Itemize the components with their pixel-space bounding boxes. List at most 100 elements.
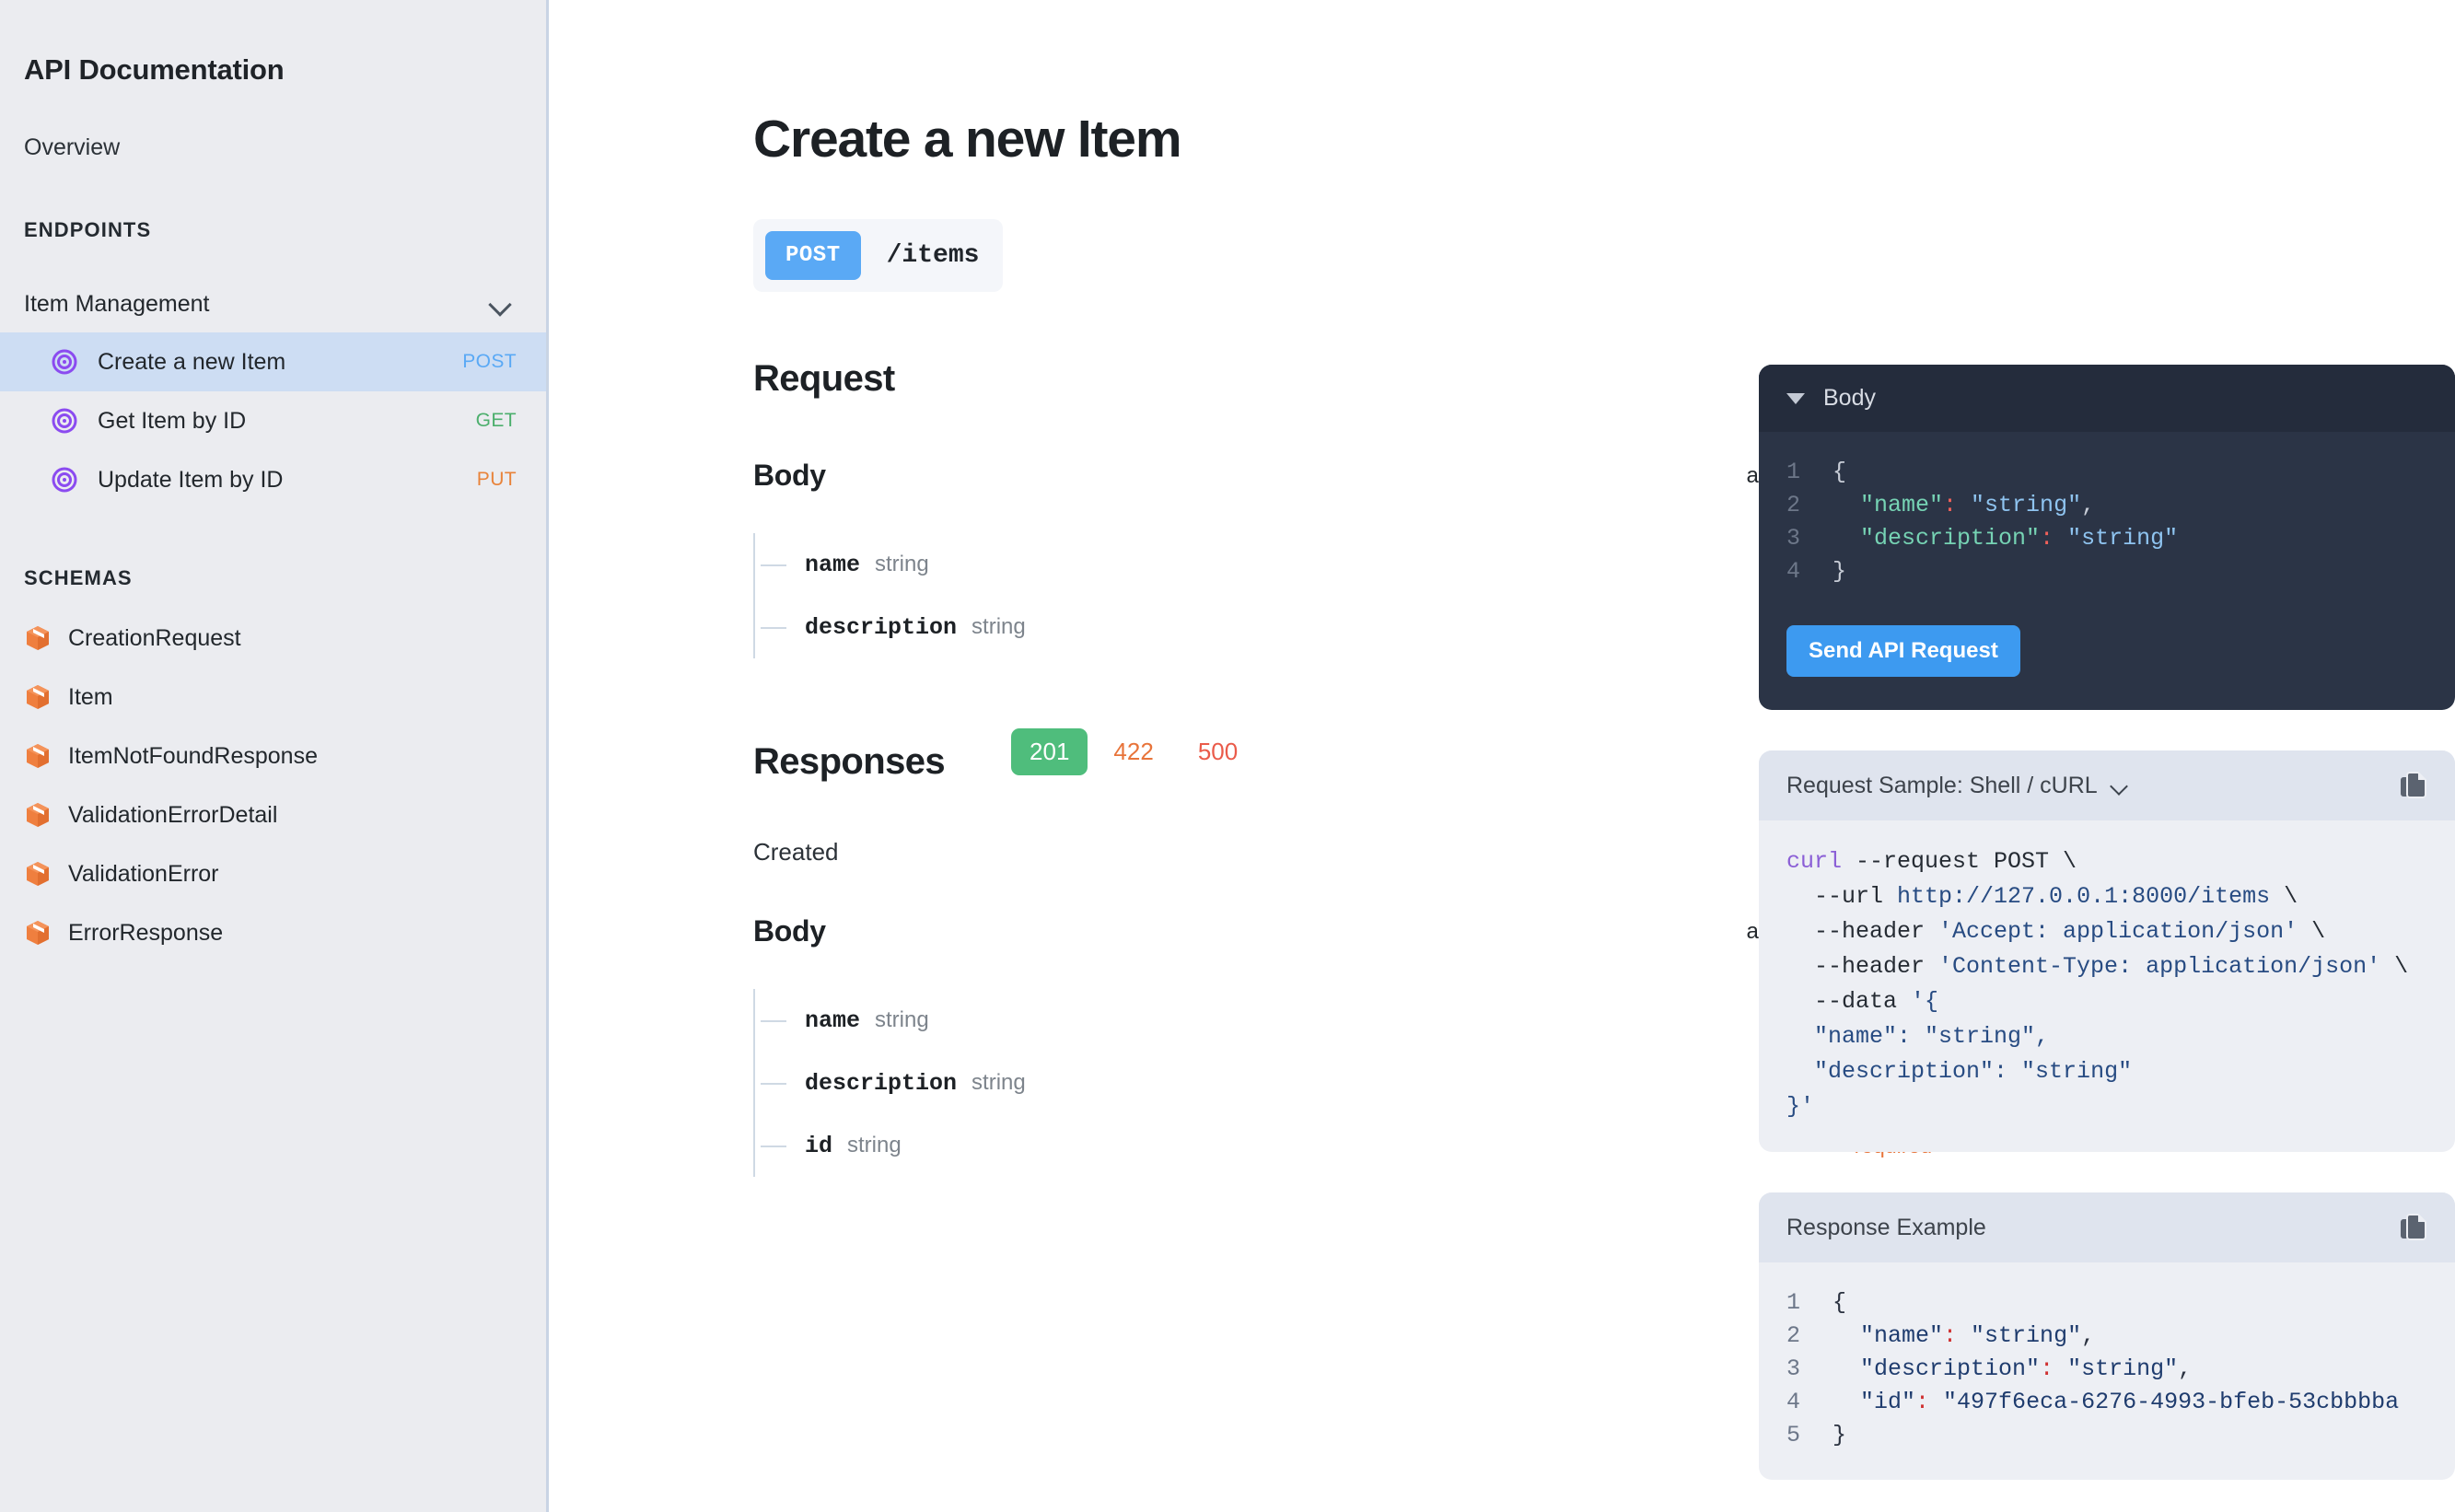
status-code-tab[interactable]: 201	[1011, 728, 1088, 775]
response-example-panel: Response Example 1{2 "name": "string", 3 …	[1759, 1192, 2455, 1480]
code-line: 3 "description": "string",	[1786, 1353, 2455, 1386]
endpoint-path: /items	[886, 241, 980, 270]
request-sample-language-select[interactable]: Request Sample: Shell / cURL	[1786, 773, 2129, 799]
shell-text: \	[2270, 883, 2298, 910]
field-type: string	[875, 1006, 929, 1032]
app-title: API Documentation	[24, 53, 285, 86]
response-example-header: Response Example	[1759, 1192, 2455, 1262]
code-line: 2 "name": "string",	[1786, 489, 2427, 522]
json-value: "string"	[1957, 1322, 2082, 1349]
sidebar-item-overview[interactable]: Overview	[0, 87, 546, 161]
endpoint-list: Create a new Item POST Get Item by ID GET Up…	[0, 332, 546, 509]
curl-sample-code: curl --request POST \ --url http://127.0…	[1759, 820, 2455, 1152]
method-badge: POST	[765, 231, 861, 280]
json-key: "name"	[1860, 1322, 1944, 1349]
sidebar-schema-item[interactable]: CreationRequest	[0, 609, 546, 668]
page-title: Create a new Item	[753, 110, 1181, 169]
code-line: "description": "string"	[1786, 1054, 2455, 1089]
json-colon: :	[1943, 492, 1958, 518]
request-field-tree: namestringrequireddescriptionstringrequi…	[753, 533, 1932, 658]
endpoint-method-label: PUT	[476, 469, 517, 490]
field-name: description	[805, 1069, 958, 1097]
json-key: "name"	[1860, 492, 1944, 518]
response-example-title-wrap: Response Example	[1786, 1215, 1986, 1241]
schema-field-row: descriptionstringrequired	[761, 596, 1932, 658]
shell-string: }'	[1786, 1093, 1815, 1120]
json-colon: :	[2040, 1355, 2054, 1382]
sidebar-schema-item[interactable]: ValidationError	[0, 844, 546, 903]
box-icon	[24, 742, 52, 770]
json-value: "string"	[2054, 1355, 2179, 1382]
response-body-heading: Body	[753, 914, 826, 948]
endpoints-section-label: ENDPOINTS	[24, 218, 152, 241]
json-value: "string"	[2054, 525, 2179, 552]
field-type: string	[972, 613, 1026, 639]
sidebar-endpoint-item[interactable]: Get Item by ID GET	[0, 391, 546, 450]
line-number: 1	[1786, 459, 1801, 485]
response-example-code: 1{2 "name": "string", 3 "description": "s…	[1759, 1262, 2455, 1480]
field-name-type-wrap: name string	[805, 552, 929, 578]
sidebar-schema-item[interactable]: ValidationErrorDetail	[0, 785, 546, 844]
sidebar-schema-item[interactable]: Item	[0, 668, 546, 727]
shell-command: curl	[1786, 848, 1843, 875]
field-name: name	[805, 551, 861, 578]
code-line: --header 'Accept: application/json' \	[1786, 914, 2455, 949]
api-docs-page: API Documentation Overview ENDPOINTS Ite…	[0, 0, 2455, 1512]
code-line: 5}	[1786, 1419, 2455, 1452]
schema-label: ItemNotFoundResponse	[68, 742, 318, 769]
status-code-tab[interactable]: 500	[1180, 728, 1256, 775]
code-punct: }	[1833, 1422, 1847, 1448]
code-line: --header 'Content-Type: application/json…	[1786, 949, 2455, 984]
body-json-editor[interactable]: 1 {2 "name": "string", 3 "description": "s…	[1759, 432, 2455, 598]
endpoint-label: Update Item by ID	[98, 466, 284, 493]
shell-string: 'Accept: application/json'	[1938, 918, 2298, 945]
sidebar-endpoint-item[interactable]: Create a new Item POST	[0, 332, 546, 391]
sidebar-schema-item[interactable]: ItemNotFoundResponse	[0, 727, 546, 785]
code-line: 3 "description": "string"	[1786, 522, 2427, 555]
box-icon	[24, 919, 52, 947]
sidebar-schema-item[interactable]: ErrorResponse	[0, 903, 546, 962]
schema-field-row: namestringrequired	[761, 989, 1932, 1052]
json-key: "id"	[1860, 1389, 1916, 1415]
body-panel-header[interactable]: Body	[1759, 365, 2455, 432]
status-code-tabs: 201 422 500	[1011, 728, 1256, 783]
body-editor-panel: Body 1 {2 "name": "string", 3 "description…	[1759, 365, 2455, 710]
main-content: Create a new Item POST /items Request Bo…	[549, 0, 2455, 1512]
chevron-down-icon	[2111, 780, 2129, 791]
field-name-type-wrap: name string	[805, 1007, 929, 1034]
copy-icon[interactable]	[2400, 1213, 2427, 1242]
json-value: "string"	[1957, 492, 2082, 518]
shell-text	[1786, 1058, 1814, 1085]
bullseye-icon	[52, 408, 77, 434]
endpoint-method-label: POST	[462, 351, 517, 372]
sidebar: API Documentation Overview ENDPOINTS Ite…	[0, 0, 549, 1512]
schema-field-row: idstringrequired	[761, 1114, 1932, 1177]
code-punct: }	[1833, 558, 1847, 585]
code-punct: {	[1833, 1289, 1847, 1316]
shell-text: \	[2380, 953, 2409, 980]
response-description: Created	[753, 838, 839, 866]
schema-label: ErrorResponse	[68, 919, 224, 946]
shell-text: --data	[1786, 988, 1912, 1015]
box-icon	[24, 801, 52, 829]
field-type: string	[972, 1069, 1026, 1095]
json-colon: :	[2040, 525, 2054, 552]
status-code-tab[interactable]: 422	[1095, 728, 1171, 775]
copy-icon[interactable]	[2400, 771, 2427, 800]
schema-label: CreationRequest	[68, 624, 241, 651]
line-number: 4	[1786, 558, 1801, 585]
code-punct: {	[1833, 459, 1847, 485]
sidebar-endpoint-item[interactable]: Update Item by ID PUT	[0, 450, 546, 509]
line-number: 1	[1786, 1289, 1801, 1316]
json-key: "description"	[1860, 525, 2041, 552]
send-api-request-button[interactable]: Send API Request	[1786, 625, 2020, 677]
sidebar-group-item-management[interactable]: Item Management	[0, 275, 546, 332]
box-icon	[24, 624, 52, 652]
box-icon	[24, 860, 52, 888]
shell-string: 'Content-Type: application/json'	[1938, 953, 2381, 980]
field-type: string	[847, 1132, 902, 1157]
request-heading: Request	[753, 358, 895, 399]
code-line: 1{	[1786, 1286, 2455, 1320]
